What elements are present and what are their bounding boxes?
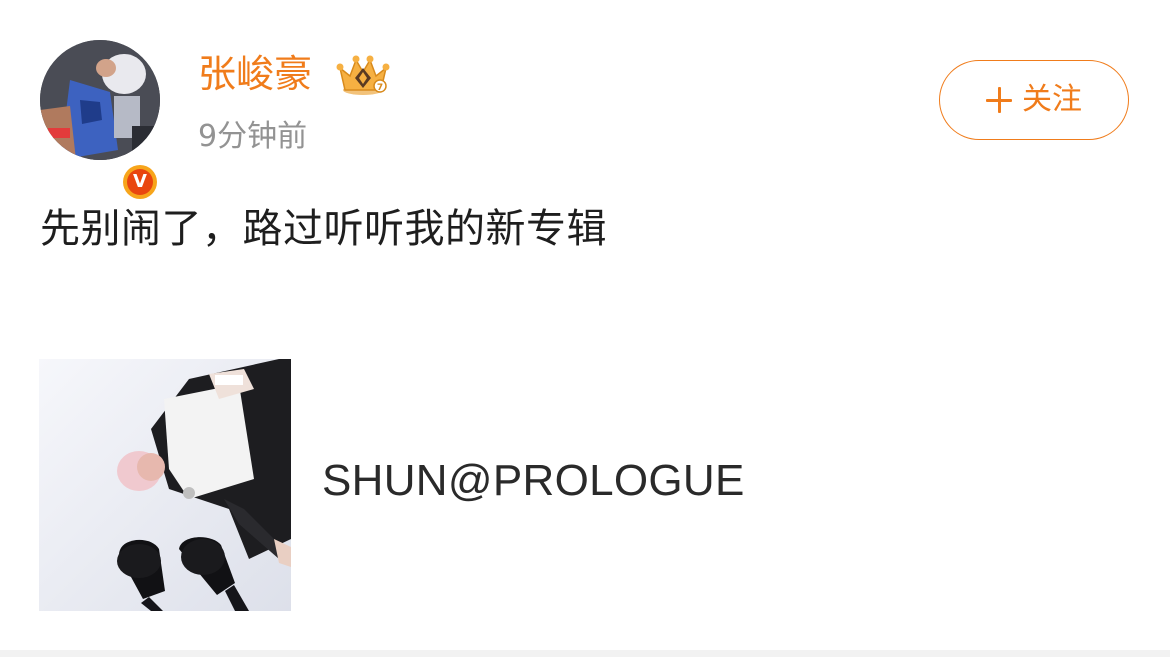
follow-button[interactable]: 关注 — [939, 60, 1129, 140]
weibo-post: V 张峻豪 7 9分钟前 关注 先别闹了，路过听听我的新专辑 SHUN@PROL… — [0, 0, 1170, 650]
post-timestamp: 9分钟前 — [198, 119, 308, 154]
crown-icon[interactable]: 7 — [334, 50, 392, 98]
post-divider — [0, 650, 1170, 657]
post-text: 先别闹了，路过听听我的新专辑 — [40, 206, 607, 252]
album-title[interactable]: SHUN@PROLOGUE — [322, 455, 745, 507]
verified-v-icon: V — [127, 169, 153, 195]
avatar[interactable]: V — [40, 40, 160, 202]
album-cover-image[interactable] — [39, 359, 291, 611]
svg-text:7: 7 — [377, 83, 383, 93]
avatar-image[interactable] — [40, 40, 160, 160]
follow-button-label: 关注 — [1022, 82, 1082, 117]
album-card[interactable]: SHUN@PROLOGUE — [39, 359, 799, 611]
verified-badge: V — [120, 162, 160, 202]
plus-icon — [986, 87, 1012, 113]
author-name[interactable]: 张峻豪 — [198, 48, 312, 100]
